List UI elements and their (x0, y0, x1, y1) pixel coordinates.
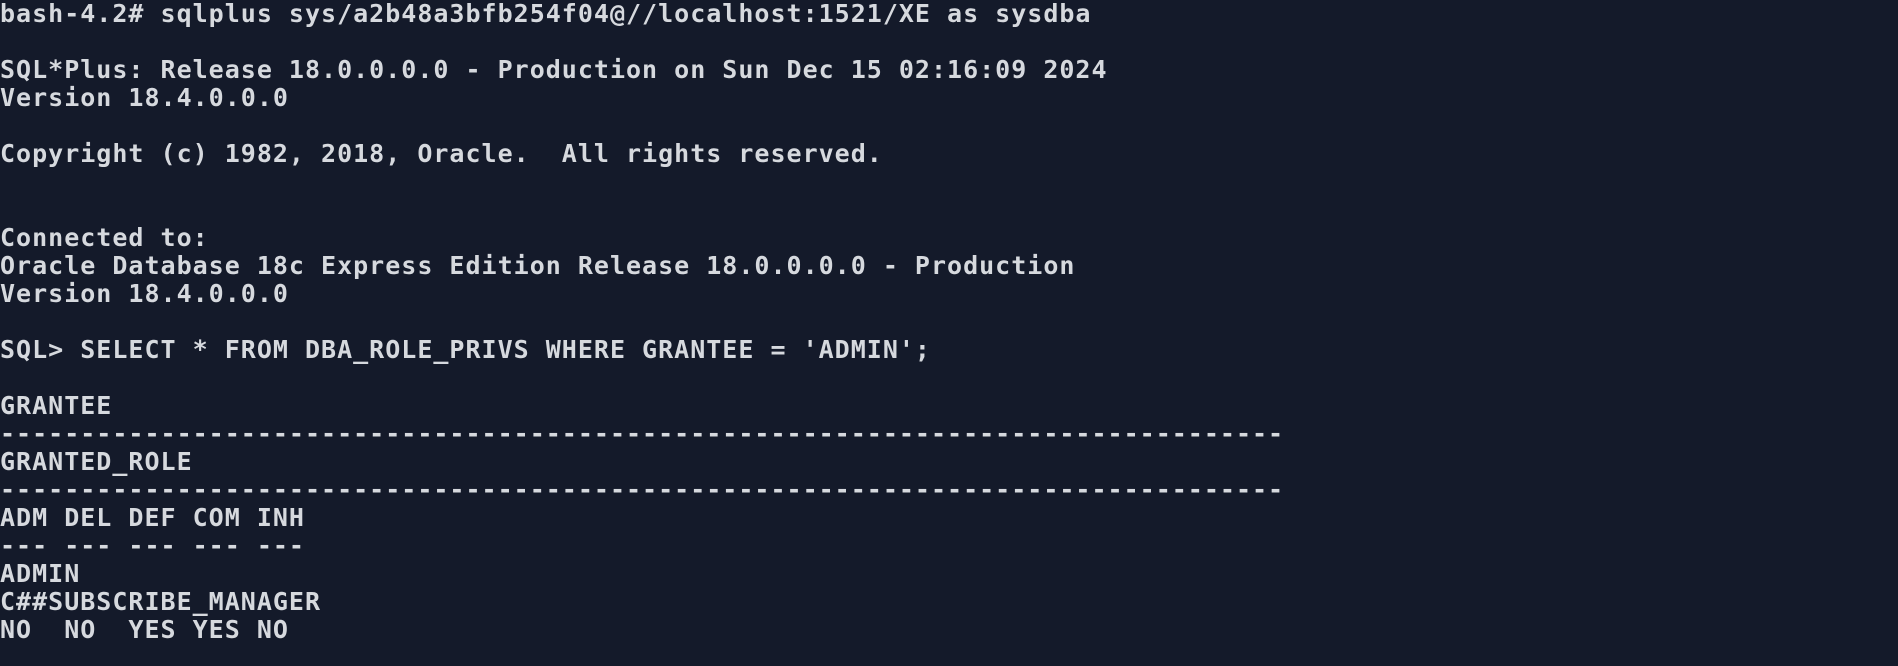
command-line: bash-4.2# sqlplus sys/a2b48a3bfb254f04@/… (0, 0, 1092, 28)
column-header-grantee: GRANTEE (0, 392, 113, 420)
database-banner: Oracle Database 18c Express Edition Rele… (0, 252, 1076, 280)
column-underline: ----------------------------------------… (0, 420, 1285, 448)
column-header-granted-role: GRANTED_ROLE (0, 448, 193, 476)
result-granted-role-value: C##SUBSCRIBE_MANAGER (0, 588, 322, 616)
column-underline: ----------------------------------------… (0, 476, 1285, 504)
copyright-line: Copyright (c) 1982, 2018, Oracle. All ri… (0, 140, 883, 168)
database-version: Version 18.4.0.0.0 (0, 280, 289, 308)
column-underline: --- --- --- --- --- (0, 532, 305, 560)
connected-label: Connected to: (0, 224, 209, 252)
result-flags-values: NO NO YES YES NO (0, 616, 289, 644)
sql-query-line: SQL> SELECT * FROM DBA_ROLE_PRIVS WHERE … (0, 336, 931, 364)
terminal-window[interactable]: bash-4.2# sqlplus sys/a2b48a3bfb254f04@/… (0, 0, 1898, 666)
sqlplus-banner: SQL*Plus: Release 18.0.0.0.0 - Productio… (0, 56, 1108, 84)
column-header-flags: ADM DEL DEF COM INH (0, 504, 305, 532)
sqlplus-version: Version 18.4.0.0.0 (0, 84, 289, 112)
result-grantee-value: ADMIN (0, 560, 81, 588)
